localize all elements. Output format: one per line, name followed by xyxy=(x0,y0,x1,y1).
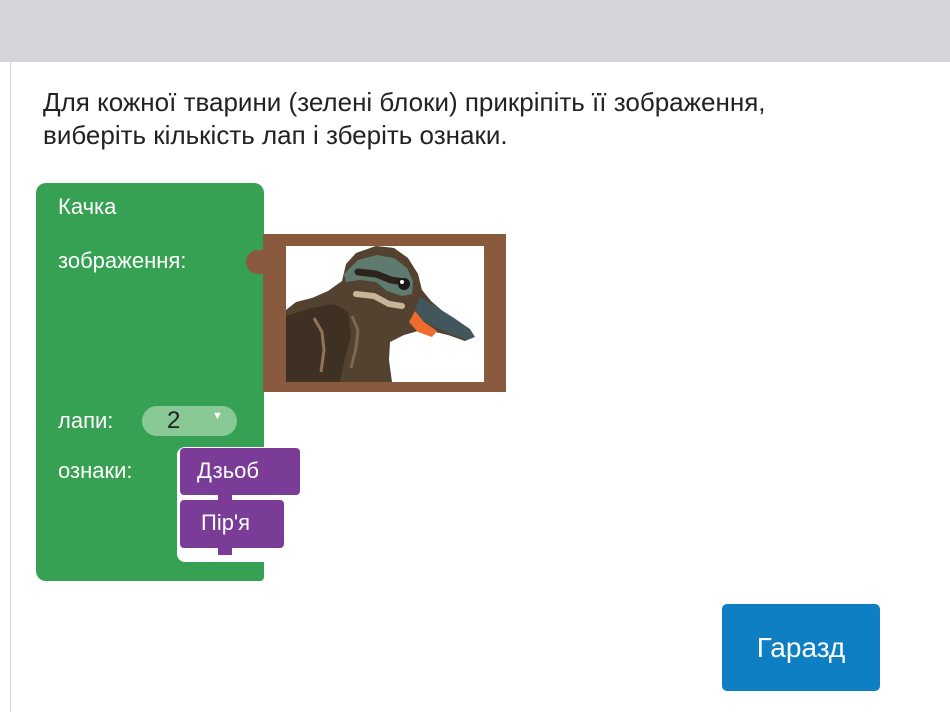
animal-name: Качка xyxy=(58,194,117,219)
instruction-line-1: Для кожної тварини (зелені блоки) прикрі… xyxy=(43,87,766,117)
legs-label: лапи: xyxy=(58,408,114,433)
trait-block-feathers[interactable]: Пір'я xyxy=(180,500,284,548)
trait-label: Пір'я xyxy=(201,510,251,535)
legs-dropdown[interactable]: 2 ▼ xyxy=(142,406,237,436)
duck-illustration xyxy=(286,246,475,382)
instruction-line-2: виберіть кількість лап і зберіть ознаки. xyxy=(43,120,508,150)
trait-block-beak[interactable]: Дзьоб xyxy=(180,448,300,495)
instruction-text: Для кожної тварини (зелені блоки) прикрі… xyxy=(43,86,933,152)
traits-label: ознаки: xyxy=(58,458,133,483)
trait-label: Дзьоб xyxy=(197,458,260,483)
block-connector xyxy=(218,548,232,555)
duck-photo-icon xyxy=(286,246,484,382)
left-border xyxy=(0,62,11,712)
ok-button[interactable]: Гаразд xyxy=(722,604,880,691)
chevron-down-icon: ▼ xyxy=(212,410,223,422)
top-bar xyxy=(0,0,950,62)
image-label: зображення: xyxy=(58,248,187,273)
legs-value: 2 xyxy=(167,407,181,434)
